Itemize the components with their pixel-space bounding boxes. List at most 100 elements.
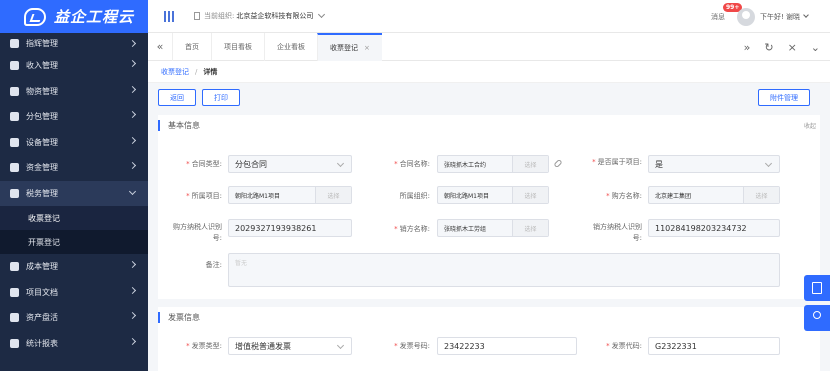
invoice-code-field[interactable]: G2322331 xyxy=(648,337,780,355)
box-icon xyxy=(10,86,19,96)
chart-icon xyxy=(10,262,19,272)
link-icon[interactable] xyxy=(553,158,563,169)
invoice-type-select[interactable]: 增值税普通发票 xyxy=(228,337,352,355)
close-icon[interactable]: × xyxy=(788,41,797,54)
org-field[interactable]: 朝阳北路M1项目 选择 xyxy=(437,186,549,204)
sidebar-item-label: 指辉管理 xyxy=(26,38,58,48)
org-label: 当前组织: xyxy=(204,12,235,20)
breadcrumb-parent[interactable]: 收票登记 xyxy=(161,67,189,77)
invoice-info-header: 发票信息 收起 xyxy=(158,307,820,327)
close-icon[interactable]: × xyxy=(364,44,370,52)
sidebar-item-label: 资金管理 xyxy=(26,163,58,173)
asset-icon xyxy=(10,313,19,323)
invoice-number-field[interactable]: 23422233 xyxy=(437,337,577,355)
sidebar-item-tax[interactable]: 税务管理 xyxy=(0,180,148,206)
chevron-down-icon[interactable]: ⌄ xyxy=(811,41,820,54)
sidebar-item-contract[interactable]: 指辉管理 xyxy=(0,33,148,53)
tab-home[interactable]: 首页 xyxy=(172,32,211,61)
sidebar-item-label: 物资管理 xyxy=(26,86,58,96)
sidebar-item-label: 收入管理 xyxy=(26,61,58,71)
float-edit-button[interactable] xyxy=(804,275,830,301)
is-project-label: * 是否属于项目: xyxy=(592,158,642,166)
sidebar-item-funds[interactable]: 资金管理 xyxy=(0,155,148,181)
edit-icon xyxy=(812,282,822,294)
sidebar-item-documents[interactable]: 项目文档 xyxy=(0,280,148,306)
buyer-tax-field[interactable]: 2029327193938261 xyxy=(228,219,352,237)
logo[interactable]: 益企工程云 xyxy=(0,0,148,33)
refresh-icon[interactable]: ↻ xyxy=(764,41,773,54)
buyer-value: 北京建工集团 xyxy=(655,192,692,200)
org-selector[interactable]: 当前组织: 北京益企软科技有限公司 xyxy=(194,10,326,21)
is-project-select[interactable]: 是 xyxy=(648,155,780,173)
avatar[interactable] xyxy=(736,7,755,26)
tab-receive-invoice[interactable]: 收票登记 × xyxy=(317,32,382,61)
project-value: 朝阳北路M1项目 xyxy=(235,192,280,200)
main-content: 返回 打印 附件管理 基本信息 收起 * 合同类型: 分包合同 * 合同名称: 张晓… xyxy=(148,83,830,371)
chevron-right-icon xyxy=(128,85,137,93)
sidebar-subitem-issue-invoice[interactable]: 开票登记 xyxy=(0,230,148,254)
sidebar-item-label: 设备管理 xyxy=(26,137,58,147)
toolbar: 返回 打印 附件管理 xyxy=(158,89,820,109)
breadcrumb: 收票登记 / 详情 xyxy=(148,61,830,83)
sidebar-item-materials[interactable]: 物资管理 xyxy=(0,79,148,105)
select-button[interactable]: 选择 xyxy=(512,220,548,236)
buyer-label: * 购方名称: xyxy=(606,192,642,200)
chevron-down-icon[interactable] xyxy=(803,12,809,18)
tabs-controls: » ↻ × ⌄ xyxy=(744,33,820,61)
section-title: 发票信息 xyxy=(168,312,200,322)
select-button[interactable]: 选择 xyxy=(315,187,351,203)
select-button[interactable]: 选择 xyxy=(512,156,548,172)
cloud-icon xyxy=(10,287,19,297)
tab-project-board[interactable]: 项目看板 xyxy=(211,32,264,61)
report-icon xyxy=(10,338,19,348)
seller-field[interactable]: 张晓抓木工劳组 选择 xyxy=(437,219,549,237)
sidebar-item-income[interactable]: 收入管理 xyxy=(0,53,148,79)
buyer-field[interactable]: 北京建工集团 选择 xyxy=(648,186,780,204)
collapse-toggle[interactable]: 收起 xyxy=(804,121,816,130)
top-header: 当前组织: 北京益企软科技有限公司 消息 99+ 下午好! 谢晓 xyxy=(148,0,830,33)
scroll-right-icon[interactable]: » xyxy=(744,41,751,54)
sidebar-item-label: 资产盘活 xyxy=(26,313,58,323)
project-field[interactable]: 朝阳北路M1项目 选择 xyxy=(228,186,352,204)
seller-value: 张晓抓木工劳组 xyxy=(444,225,487,233)
seller-tax-field[interactable]: 110284198203234732 xyxy=(648,219,780,237)
chevron-right-icon xyxy=(128,59,137,68)
building-icon xyxy=(194,12,200,20)
sidebar-item-reports[interactable]: 统计报表 xyxy=(0,331,148,357)
menu-collapse-icon[interactable] xyxy=(164,10,174,22)
contract-name-label: * 合同名称: xyxy=(394,160,430,168)
contract-type-select[interactable]: 分包合同 xyxy=(228,155,352,173)
seller-label: * 销方名称: xyxy=(394,225,430,233)
user-greeting[interactable]: 下午好! 谢晓 xyxy=(760,12,800,22)
chevron-right-icon xyxy=(128,136,137,144)
sidebar-item-subcontract[interactable]: 分包管理 xyxy=(0,104,148,130)
chevron-right-icon xyxy=(128,39,137,48)
sidebar-item-label: 统计报表 xyxy=(26,338,58,348)
chevron-right-icon xyxy=(128,286,137,294)
sidebar-item-equipment[interactable]: 设备管理 xyxy=(0,130,148,156)
messages-button[interactable]: 消息 99+ xyxy=(710,2,743,22)
invoice-code-label: * 发票代码: xyxy=(606,342,642,350)
scroll-left-icon[interactable]: « xyxy=(148,40,172,53)
chevron-right-icon xyxy=(128,161,137,170)
tab-company-board[interactable]: 企业看板 xyxy=(264,32,317,61)
logo-text: 益企工程云 xyxy=(54,8,135,26)
sidebar-item-cost[interactable]: 成本管理 xyxy=(0,254,148,280)
select-button[interactable]: 选择 xyxy=(743,187,779,203)
sidebar-subitem-receive-invoice[interactable]: 收票登记 xyxy=(0,206,148,230)
contract-name-field[interactable]: 张晓抓木工合约 选择 xyxy=(437,155,549,173)
device-icon xyxy=(10,137,19,147)
back-button[interactable]: 返回 xyxy=(158,89,196,106)
org-name: 北京益企软科技有限公司 xyxy=(236,12,314,20)
float-user-button[interactable] xyxy=(804,305,830,331)
sidebar-item-assets[interactable]: 资产盘活 xyxy=(0,305,148,331)
attachments-button[interactable]: 附件管理 xyxy=(758,89,810,106)
select-button[interactable]: 选择 xyxy=(512,187,548,203)
messages-label: 消息 xyxy=(710,12,725,21)
basic-info-panel: 基本信息 收起 * 合同类型: 分包合同 * 合同名称: 张晓抓木工合约 选择 * 是… xyxy=(158,115,820,299)
chevron-down-icon xyxy=(128,187,137,195)
print-button[interactable]: 打印 xyxy=(202,89,240,106)
chevron-down-icon xyxy=(318,10,326,19)
remark-textarea[interactable]: 暂无 xyxy=(228,253,780,287)
invoice-info-panel: 发票信息 收起 *发票类型: 增值税普通发票 *发票号码: 23422233 *… xyxy=(158,307,820,371)
